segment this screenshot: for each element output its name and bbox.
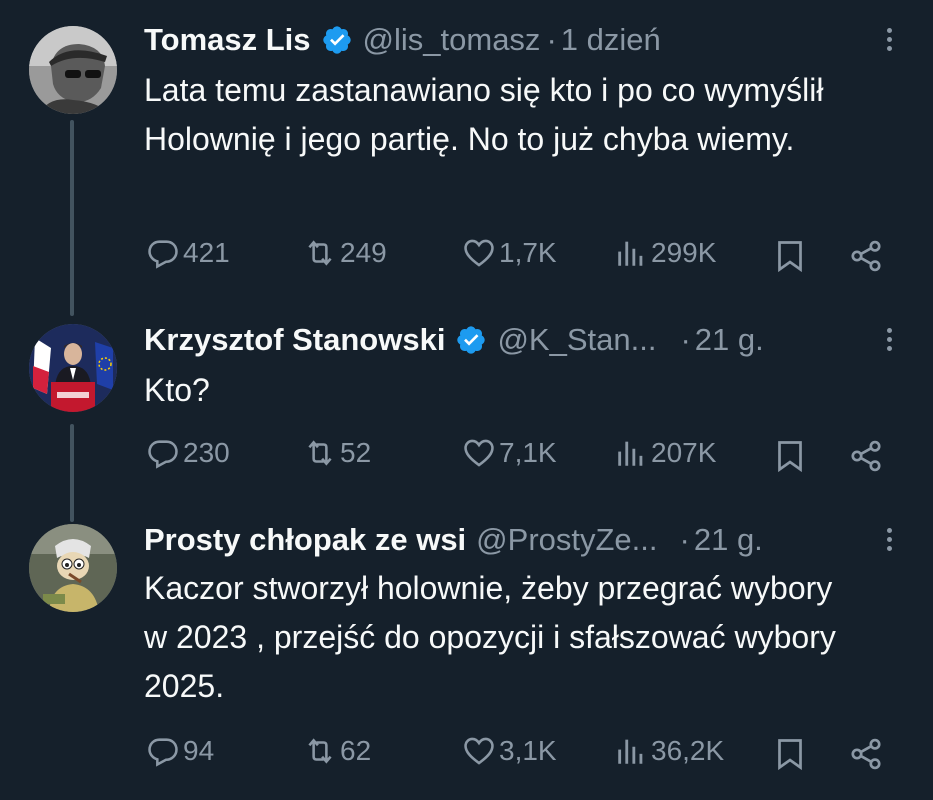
like-count: 7,1K [499,437,557,468]
bookmark-icon[interactable] [772,238,808,274]
retweet-count: 249 [340,237,387,268]
heart-icon [464,737,494,765]
retweet-icon [308,240,332,266]
like-count: 1,7K [499,237,557,268]
cartoon-character-avatar-icon [29,524,117,612]
like-count: 3,1K [499,735,557,766]
like-button[interactable]: 1,7K [462,236,557,270]
reply-icon [148,440,178,469]
avatar[interactable] [29,26,117,114]
retweet-button[interactable]: 62 [303,734,371,768]
retweet-button[interactable]: 52 [303,436,371,470]
bookmark-icon[interactable] [772,438,808,474]
retweet-icon [308,738,332,764]
share-icon[interactable] [848,736,884,772]
views-count: 207K [651,437,717,468]
man-with-sunglasses-avatar-icon [29,26,117,114]
author-name[interactable]: Krzysztof Stanowski [144,322,445,358]
separator: · [546,22,557,57]
author-handle[interactable]: @K_Stan... [497,322,656,358]
author-handle[interactable]: @ProstyZe... [476,522,657,558]
author-name[interactable]: Tomasz Lis [144,22,311,58]
retweet-count: 62 [340,735,372,766]
timestamp[interactable]: 21 g. [695,322,764,358]
reply-count: 421 [183,237,230,268]
reply-count: 230 [183,437,230,468]
heart-icon [464,439,494,467]
views-button[interactable]: 207K [614,436,716,470]
share-icon[interactable] [848,438,884,474]
verified-badge-icon [457,326,486,354]
reply-button[interactable]: 94 [146,734,214,768]
avatar[interactable] [29,324,117,412]
views-button[interactable]: 299K [614,236,716,270]
tweet-actions: 230 52 7,1K 207K [0,436,933,476]
tweet[interactable]: Prosty chłopak ze wsi @ProstyZe... · 21 … [0,518,933,788]
retweet-icon [308,440,332,466]
views-button[interactable]: 36,2K [614,734,724,768]
reply-count: 94 [183,735,215,766]
heart-icon [464,239,494,267]
retweet-count: 52 [340,437,372,468]
views-count: 299K [651,237,717,268]
share-icon[interactable] [848,238,884,274]
reply-icon [148,738,178,767]
more-options-icon[interactable] [885,328,893,358]
timestamp[interactable]: 1 dzień [561,22,661,58]
views-icon [618,441,643,466]
separator: · [680,322,691,357]
reply-button[interactable]: 230 [146,436,230,470]
bookmark-icon[interactable] [772,736,808,772]
tweet-actions: 421 249 1,7K 299K [0,236,933,276]
author-name[interactable]: Prosty chłopak ze wsi [144,522,466,558]
author-handle[interactable]: @lis_tomasz [363,22,541,58]
more-options-icon[interactable] [885,28,893,58]
views-icon [618,241,643,266]
tweet-text: Kto? [144,372,210,408]
tweet-text: Lata temu zastanawiano się kto i po co w… [144,72,824,157]
verified-badge-icon [322,26,351,54]
reply-icon [148,240,178,269]
tweet-actions: 94 62 3,1K 36,2K [0,734,933,774]
retweet-button[interactable]: 249 [303,236,387,270]
views-count: 36,2K [651,735,725,766]
timestamp[interactable]: 21 g. [694,522,763,558]
tweet-text: Kaczor stworzył holownie, żeby przegrać … [144,570,836,704]
more-options-icon[interactable] [885,528,893,558]
like-button[interactable]: 3,1K [462,734,557,768]
views-icon [618,739,643,764]
man-at-podium-with-flags-avatar-icon [29,324,117,412]
like-button[interactable]: 7,1K [462,436,557,470]
tweet[interactable]: Tomasz Lis @lis_tomasz · 1 dzień Lata te… [0,18,933,288]
tweet[interactable]: Krzysztof Stanowski @K_Stan... · 21 g. K… [0,318,933,488]
separator: · [679,522,690,557]
reply-button[interactable]: 421 [146,236,230,270]
avatar[interactable] [29,524,117,612]
